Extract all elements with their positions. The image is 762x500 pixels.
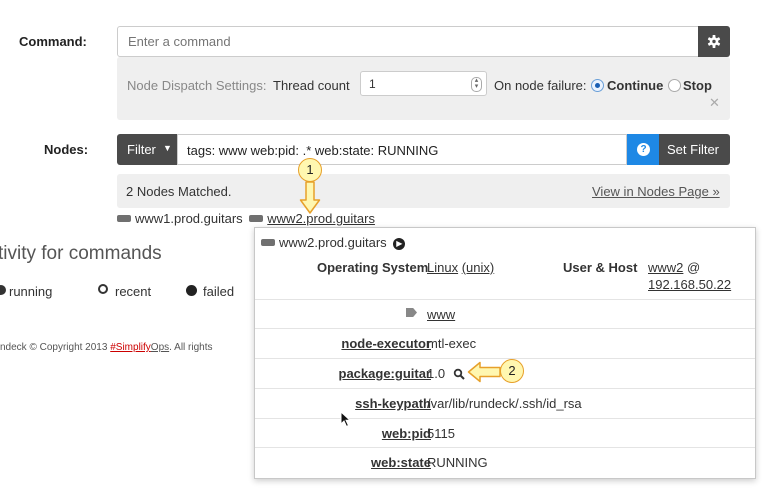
tag-link[interactable]: www (427, 307, 455, 322)
close-icon[interactable]: ✕ (709, 95, 720, 111)
node-popover: www2.prod.guitars ▶ Operating System Lin… (254, 227, 756, 479)
view-in-nodes-page-link[interactable]: View in Nodes Page » (592, 184, 720, 199)
attribute-value: RUNNING (427, 455, 488, 470)
nodes-matched-text: 2 Nodes Matched. (126, 184, 232, 199)
user-link[interactable]: www2 (648, 260, 683, 275)
tab-failed[interactable]: failed (203, 284, 234, 299)
continue-radio[interactable] (591, 79, 604, 92)
arrow-circle-right-icon[interactable]: ▶ (393, 237, 406, 250)
filter-button-label: Filter (127, 142, 156, 157)
node-item-www2[interactable]: www2.prod.guitars (267, 211, 375, 226)
dispatch-settings-prefix: Node Dispatch Settings: (127, 78, 267, 93)
tag-icon (406, 308, 417, 317)
stepper-icon[interactable]: ▴ ▾ (471, 77, 482, 92)
command-input[interactable] (117, 26, 699, 57)
running-icon (0, 285, 6, 295)
os-value-group: Linux (unix) (427, 260, 494, 275)
command-settings-button[interactable] (698, 26, 730, 57)
os-label: Operating System (317, 260, 429, 275)
tag-row: www (255, 299, 755, 330)
node-filter-value: tags: www web:pid: .* web:state: RUNNING (187, 143, 439, 158)
attribute-value: 5115 (427, 426, 455, 441)
mouse-cursor-icon (340, 411, 352, 428)
gear-icon (707, 35, 721, 48)
dispatch-settings-panel: Node Dispatch Settings: Thread count 1 ▴… (117, 57, 730, 120)
attribute-key[interactable]: node-executor (341, 336, 431, 351)
footer-prefix: ndeck © Copyright 2013 (0, 342, 111, 353)
nodes-label: Nodes: (44, 142, 89, 157)
node-list: www1.prod.guitars www2.prod.guitars (117, 211, 375, 226)
stop-radio[interactable] (668, 79, 681, 92)
set-filter-button[interactable]: Set Filter (667, 142, 719, 157)
attribute-key[interactable]: web:state (371, 455, 431, 470)
radio-selected-dot (595, 83, 600, 88)
popover-title: www2.prod.guitars ▶ (261, 235, 406, 250)
filter-help-button[interactable]: ? (627, 134, 659, 165)
footer-link-ops[interactable]: Ops (151, 342, 169, 353)
footer-copyright: ndeck © Copyright 2013 #SimplifyOps. All… (0, 342, 213, 353)
node-filter-input[interactable]: tags: www web:pid: .* web:state: RUNNING (177, 134, 627, 165)
attribute-key[interactable]: package:guitar (339, 366, 431, 381)
footer-suffix: . All rights (169, 342, 213, 353)
user-host-label: User & Host (563, 260, 638, 275)
filter-dropdown-button[interactable]: Filter ▼ (117, 134, 177, 165)
minus-circle-icon (186, 285, 197, 296)
attribute-value: /var/lib/rundeck/.ssh/id_rsa (427, 396, 582, 411)
thread-count-label: Thread count (273, 78, 350, 93)
nodes-matched-panel: 2 Nodes Matched. View in Nodes Page » (117, 174, 730, 208)
server-icon (261, 239, 275, 247)
attribute-row: web:pid 5115 (255, 418, 755, 449)
footer-link-simplify[interactable]: #Simplify (110, 342, 151, 353)
set-filter-group: ? Set Filter (627, 134, 730, 165)
attribute-value: mtl-exec (427, 336, 477, 351)
os-family-link[interactable]: (unix) (462, 260, 495, 275)
clock-icon (98, 284, 108, 294)
host-link[interactable]: 192.168.50.22 (648, 277, 731, 292)
tab-running[interactable]: running (9, 284, 52, 299)
node-failure-label: On node failure: (494, 78, 587, 93)
callout-1-badge: 1 (298, 158, 322, 182)
server-icon (117, 215, 131, 223)
question-icon: ? (637, 143, 650, 156)
node-item-www1[interactable]: www1.prod.guitars (135, 211, 243, 226)
thread-count-input[interactable]: 1 ▴ ▾ (360, 71, 487, 96)
search-icon[interactable] (453, 368, 465, 383)
attribute-key[interactable]: ssh-keypath (355, 396, 431, 411)
at-sign: @ (687, 260, 701, 275)
attribute-key[interactable]: web:pid (382, 426, 431, 441)
attribute-value: 1.0 (427, 366, 446, 381)
callout-2-badge: 2 (500, 359, 524, 383)
arrow-down-icon (299, 181, 321, 214)
attribute-row: node-executor mtl-exec (255, 328, 755, 359)
thread-count-value: 1 (369, 77, 376, 91)
attribute-row: web:state RUNNING (255, 447, 755, 478)
continue-label: Continue (607, 78, 664, 93)
command-label: Command: (19, 34, 87, 49)
user-value-group: www2 @ (648, 260, 700, 275)
caret-down-icon: ▼ (163, 143, 172, 153)
stop-label: Stop (683, 78, 712, 93)
popover-title-text: www2.prod.guitars (279, 235, 387, 250)
activity-heading: tivity for commands (0, 243, 162, 264)
attribute-row: ssh-keypath /var/lib/rundeck/.ssh/id_rsa (255, 388, 755, 419)
arrow-left-icon (467, 361, 501, 383)
server-icon (249, 215, 264, 223)
tab-recent[interactable]: recent (115, 284, 151, 299)
os-value-link[interactable]: Linux (427, 260, 458, 275)
